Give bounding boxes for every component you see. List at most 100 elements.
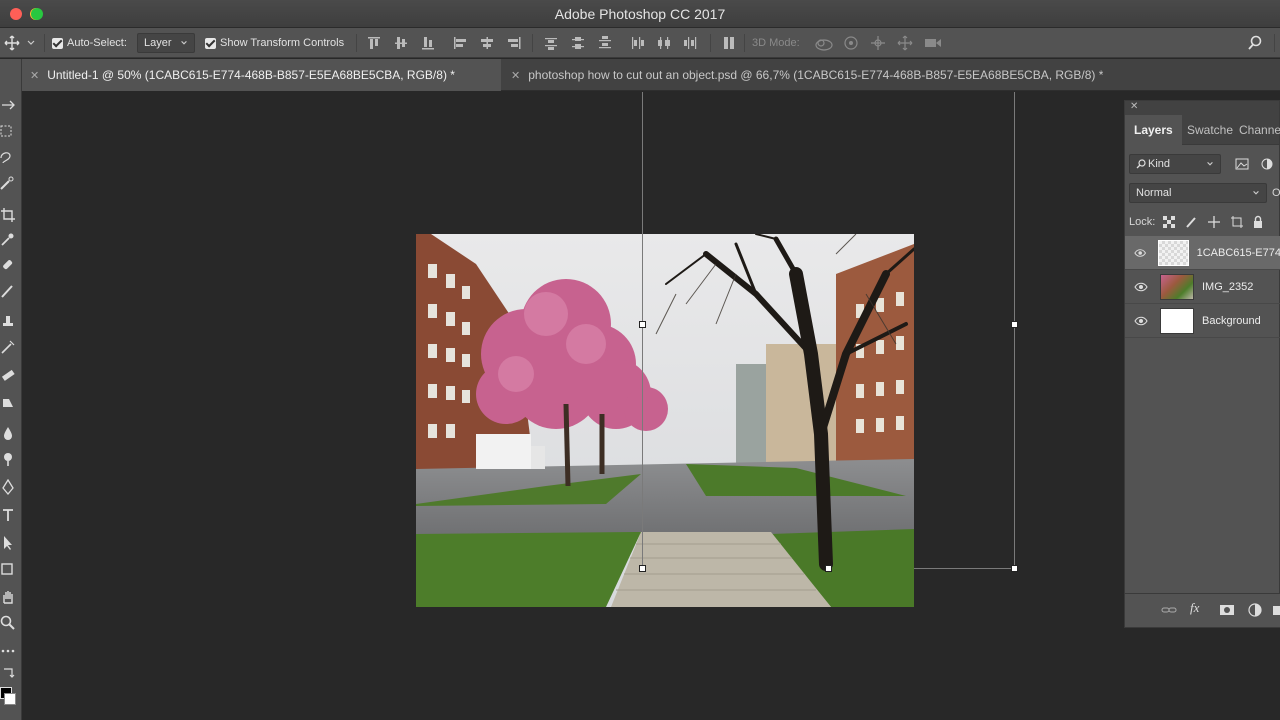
- tab-label: photoshop how to cut out an object.psd @…: [528, 68, 1104, 82]
- healing-brush-tool-icon[interactable]: [0, 257, 16, 273]
- layer-name: IMG_2352: [1202, 280, 1254, 293]
- pen-tool-icon[interactable]: [0, 479, 16, 495]
- lock-image-pixels-icon[interactable]: [1185, 215, 1199, 229]
- lock-position-icon[interactable]: [1207, 215, 1221, 229]
- new-group-icon[interactable]: [1273, 602, 1280, 618]
- auto-select-checkbox[interactable]: Auto-Select:: [52, 28, 127, 58]
- tab-swatches[interactable]: Swatche: [1187, 115, 1233, 145]
- layer-row[interactable]: Background: [1125, 304, 1280, 338]
- transform-handle-bottom-right[interactable]: [1011, 565, 1018, 572]
- eye-icon[interactable]: [1134, 316, 1148, 326]
- transform-handle-top-right[interactable]: [1011, 321, 1018, 328]
- slide-3d-icon[interactable]: [897, 35, 913, 51]
- align-top-icon[interactable]: [366, 35, 382, 51]
- tools-panel: [0, 59, 22, 720]
- lock-all-icon[interactable]: [1252, 215, 1264, 229]
- pan-3d-icon[interactable]: [870, 35, 886, 51]
- app-title: Adobe Photoshop CC 2017: [554, 6, 726, 22]
- filter-value: Kind: [1136, 158, 1170, 170]
- align-vertical-center-icon[interactable]: [393, 35, 409, 51]
- layer-filter-dropdown[interactable]: Kind: [1129, 154, 1221, 174]
- tab-label: Untitled-1 @ 50% (1CABC615-E774-468B-B85…: [47, 68, 455, 82]
- transform-box-bottom-edge: [914, 568, 1014, 569]
- align-horizontal-center-icon[interactable]: [479, 35, 495, 51]
- roll-3d-icon[interactable]: [843, 35, 859, 51]
- layer-thumbnail: [1158, 239, 1189, 266]
- document-photo[interactable]: [416, 234, 914, 607]
- distribute-horizontal-center-icon[interactable]: [656, 35, 672, 51]
- layer-style-fx-icon[interactable]: fx: [1190, 600, 1206, 616]
- image-filter-icon[interactable]: [1235, 158, 1249, 170]
- chevron-down-icon: [181, 41, 187, 45]
- distribute-top-icon[interactable]: [543, 35, 559, 51]
- tab-cut-out-object[interactable]: ✕ photoshop how to cut out an object.psd…: [503, 59, 1280, 91]
- lock-label: Lock:: [1129, 216, 1156, 228]
- zoom-tool-icon[interactable]: [0, 615, 16, 631]
- search-icon: [1136, 159, 1146, 169]
- chevron-down-icon: [27, 40, 35, 45]
- layer-row[interactable]: 1CABC615-E774: [1125, 236, 1280, 270]
- lock-transparent-pixels-icon[interactable]: [1163, 216, 1176, 228]
- tab-channels[interactable]: Channe: [1239, 115, 1280, 145]
- adjustment-layer-icon[interactable]: [1247, 602, 1263, 618]
- layer-row[interactable]: IMG_2352: [1125, 270, 1280, 304]
- distribute-left-icon[interactable]: [629, 35, 645, 51]
- scale-3d-icon[interactable]: [923, 35, 943, 51]
- rectangle-tool-icon[interactable]: [0, 561, 16, 577]
- auto-align-layers-icon[interactable]: [721, 35, 737, 51]
- eyedropper-tool-icon[interactable]: [0, 231, 16, 247]
- blend-mode-dropdown[interactable]: Normal: [1129, 183, 1267, 203]
- hand-tool-icon[interactable]: [0, 589, 16, 605]
- background-color-swatch[interactable]: [4, 693, 16, 705]
- close-panel-icon[interactable]: ✕: [1130, 101, 1138, 112]
- more-tools-icon[interactable]: [0, 643, 16, 659]
- eraser-tool-icon[interactable]: [0, 367, 16, 383]
- layer-thumbnail: [1160, 307, 1194, 334]
- distribute-right-icon[interactable]: [683, 35, 699, 51]
- clone-stamp-tool-icon[interactable]: [0, 313, 16, 329]
- eye-icon[interactable]: [1134, 248, 1147, 258]
- transform-handle-bottom-center[interactable]: [825, 565, 832, 572]
- show-transform-label: Show Transform Controls: [220, 37, 345, 49]
- history-brush-tool-icon[interactable]: [0, 339, 16, 355]
- tab-layers[interactable]: Layers: [1125, 115, 1182, 145]
- close-tab-icon[interactable]: ✕: [511, 69, 520, 82]
- prevent-auto-nesting-icon[interactable]: [1230, 215, 1244, 229]
- blur-tool-icon[interactable]: [0, 425, 16, 441]
- marquee-tool-icon[interactable]: [0, 123, 16, 139]
- adjustment-filter-icon[interactable]: [1261, 158, 1273, 170]
- align-left-icon[interactable]: [452, 35, 468, 51]
- checkbox-checked[interactable]: [205, 37, 216, 49]
- show-transform-controls-checkbox[interactable]: Show Transform Controls: [205, 28, 344, 58]
- align-bottom-icon[interactable]: [420, 35, 436, 51]
- auto-select-dropdown[interactable]: Layer: [137, 33, 195, 53]
- align-right-icon[interactable]: [506, 35, 522, 51]
- lasso-tool-icon[interactable]: [0, 149, 16, 165]
- move-tool-icon[interactable]: [0, 97, 16, 113]
- swap-colors-icon[interactable]: [0, 665, 16, 681]
- add-layer-mask-icon[interactable]: [1219, 602, 1235, 618]
- layers-panel: ✕ Layers Swatche Channe Kind Normal O Lo…: [1124, 100, 1280, 628]
- distribute-vertical-center-icon[interactable]: [570, 35, 586, 51]
- type-tool-icon[interactable]: [0, 507, 16, 523]
- link-layers-icon[interactable]: [1161, 602, 1177, 618]
- quick-selection-tool-icon[interactable]: [0, 175, 16, 191]
- transform-handle-bottom-left[interactable]: [639, 565, 646, 572]
- orbit-3d-icon[interactable]: [814, 35, 834, 53]
- tab-untitled-1[interactable]: ✕ Untitled-1 @ 50% (1CABC615-E774-468B-B…: [22, 59, 501, 91]
- transform-box-left-edge: [642, 92, 643, 568]
- eye-icon[interactable]: [1134, 282, 1148, 292]
- brush-tool-icon[interactable]: [0, 283, 16, 299]
- move-tool-preset[interactable]: [4, 28, 36, 58]
- close-tab-icon[interactable]: ✕: [30, 69, 39, 82]
- transform-handle-top-left[interactable]: [639, 321, 646, 328]
- crop-tool-icon[interactable]: [0, 207, 16, 223]
- chevron-down-icon: [1253, 191, 1259, 195]
- distribute-bottom-icon[interactable]: [597, 35, 613, 51]
- search-icon[interactable]: [1247, 35, 1263, 51]
- dodge-tool-icon[interactable]: [0, 451, 16, 467]
- checkbox-checked[interactable]: [52, 37, 63, 49]
- path-selection-tool-icon[interactable]: [0, 535, 16, 551]
- gradient-tool-icon[interactable]: [0, 395, 16, 411]
- layers-panel-footer: fx: [1125, 593, 1280, 627]
